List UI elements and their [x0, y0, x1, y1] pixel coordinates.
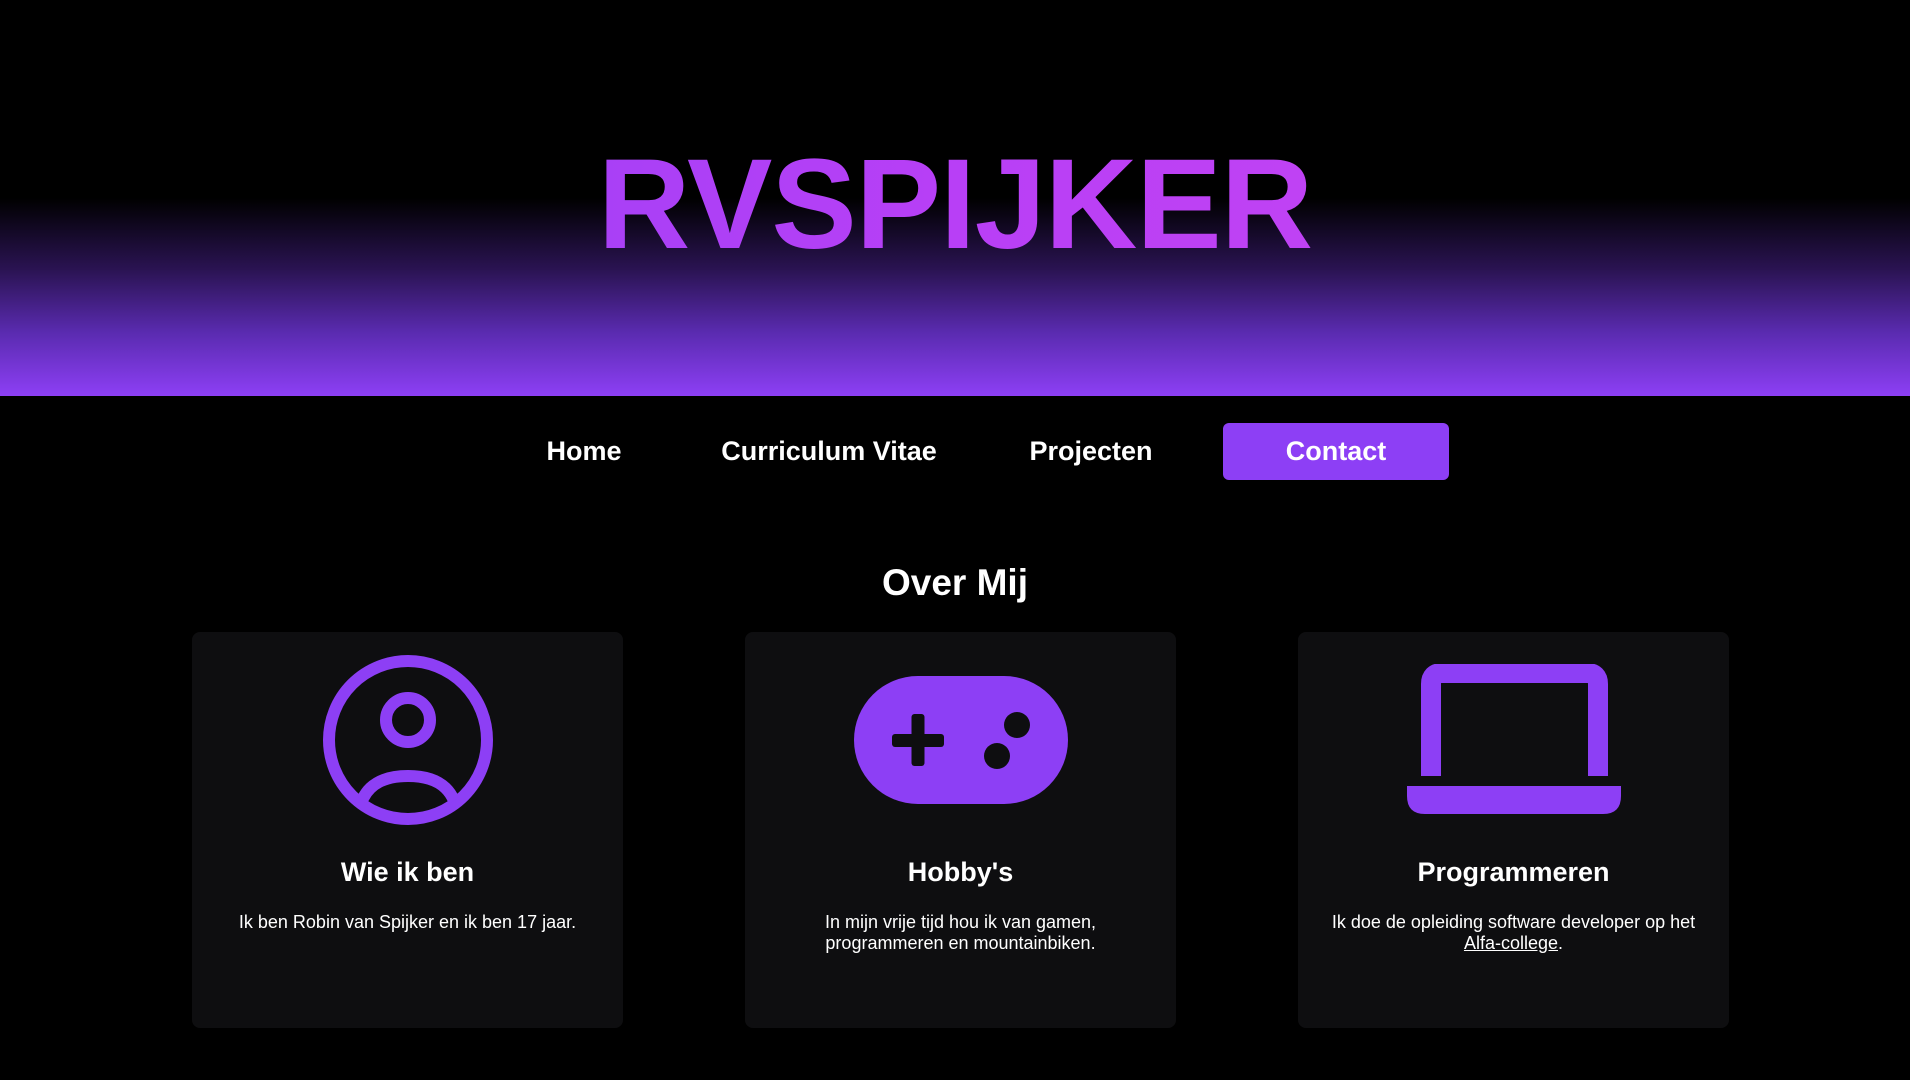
nav-item-home[interactable]: Home	[520, 423, 648, 480]
nav-item-curriculum-vitae[interactable]: Curriculum Vitae	[700, 423, 958, 480]
site-title: RVSPIJKER	[0, 130, 1910, 280]
card-text: In mijn vrije tijd hou ik van gamen, pro…	[824, 912, 1097, 953]
laptop-icon	[1298, 654, 1729, 826]
card-text: Ik doe de opleiding software developer o…	[1323, 912, 1704, 954]
main-nav: Home Curriculum Vitae Projecten Contact	[0, 423, 1910, 480]
card-hobbies: Hobby's In mijn vrije tijd hou ik van ga…	[745, 632, 1176, 1028]
card-title: Hobby's	[907, 857, 1014, 887]
card-text: Ik ben Robin van Spijker en ik ben 17 ja…	[238, 912, 577, 932]
user-circle-icon	[192, 654, 623, 826]
card-title: Wie ik ben	[340, 857, 475, 887]
gamepad-icon	[745, 654, 1176, 826]
alfa-college-link[interactable]: Alfa-college	[1464, 933, 1558, 953]
card-who-am-i: Wie ik ben Ik ben Robin van Spijker en i…	[192, 632, 623, 1028]
card-text-after: .	[1558, 933, 1564, 953]
card-programming: Programmeren Ik doe de opleiding softwar…	[1298, 632, 1729, 1028]
nav-item-contact[interactable]: Contact	[1223, 423, 1449, 480]
card-title: Programmeren	[1417, 857, 1610, 887]
section-title: Over Mij	[882, 562, 1028, 603]
nav-item-projecten[interactable]: Projecten	[1010, 423, 1172, 480]
hero-banner: RVSPIJKER	[0, 0, 1910, 396]
card-text-before: Ik doe de opleiding software developer o…	[1331, 912, 1696, 932]
